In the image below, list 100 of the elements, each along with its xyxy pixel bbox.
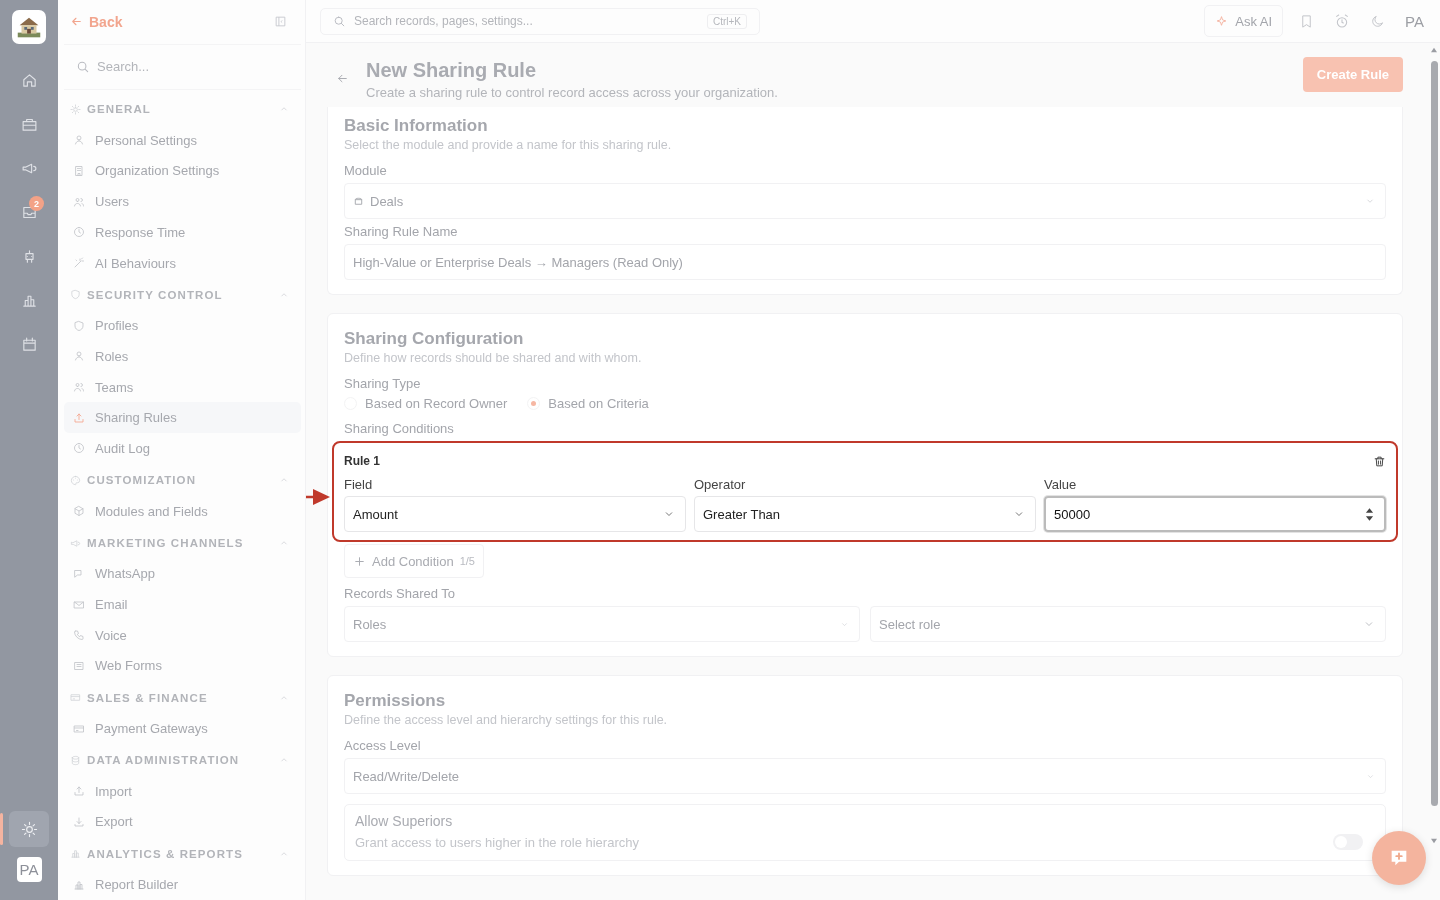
field-label: Sharing Conditions [344, 421, 455, 436]
calendar-icon [20, 335, 38, 353]
group-heading: MARKETING CHANNELS [87, 537, 245, 549]
field-label: Value [1044, 477, 1078, 492]
back-arrow-icon[interactable] [336, 72, 349, 85]
user-avatar[interactable]: PA [16, 857, 42, 882]
ask-ai-button[interactable]: Ask AI [1204, 5, 1284, 37]
rail-button[interactable]: 2 [9, 194, 49, 230]
field-label: Sharing Rule Name [344, 224, 459, 239]
scroll-up-icon[interactable] [1430, 47, 1438, 53]
bar-chart-icon [73, 878, 85, 891]
access-level-select[interactable]: Read/Write/Delete [344, 758, 1386, 794]
settings-icon [20, 820, 38, 838]
user-avatar[interactable]: PA [1405, 12, 1424, 30]
palette-icon [70, 474, 81, 486]
scroll-down-icon[interactable] [1430, 838, 1438, 844]
sidebar-item[interactable]: Modules and Fields [64, 495, 301, 527]
rule-name-field[interactable]: High-Value or Enterprise Deals → Managers (Read Only) [344, 244, 1386, 280]
sidebar-item[interactable]: Import [64, 775, 301, 807]
card-icon [73, 722, 85, 735]
shield-icon [70, 289, 81, 301]
sidebar-item[interactable]: Users [64, 186, 301, 217]
setting-title: Allow Superiors [355, 813, 454, 829]
download-icon [73, 815, 85, 828]
upload-icon [73, 785, 85, 798]
radio-label: Based on Criteria [548, 396, 649, 411]
page-title: New Sharing Rule [366, 58, 538, 83]
people-icon [73, 195, 85, 208]
card-icon [70, 692, 81, 704]
settings-icon [70, 103, 81, 115]
group-heading: CUSTOMIZATION [87, 474, 198, 487]
alarm-clock-icon[interactable] [1334, 13, 1351, 29]
sidebar-item[interactable]: Personal Settings [64, 124, 301, 156]
moon-icon[interactable] [1370, 13, 1386, 29]
field-label: Module [344, 163, 388, 178]
sidebar-item[interactable]: Web Forms [64, 650, 301, 682]
spinner-arrows-icon[interactable] [1365, 506, 1374, 522]
upload-icon [73, 411, 85, 424]
field-label: Records Shared To [344, 586, 457, 601]
chat-icon [73, 567, 85, 580]
field-label: Access Level [344, 738, 422, 753]
sidebar-item[interactable]: Response Time [64, 217, 301, 248]
value-number-field[interactable]: 50000 [1044, 496, 1386, 532]
building-icon [73, 164, 85, 177]
collapse-sidebar-icon[interactable] [274, 15, 287, 29]
group-heading: ANALYTICS & REPORTS [87, 847, 244, 860]
sidebar-item[interactable]: Email [64, 589, 301, 620]
create-rule-button[interactable]: Create Rule [1302, 57, 1403, 92]
back-link[interactable]: Back [70, 14, 123, 30]
form-icon [73, 659, 85, 672]
sidebar-item[interactable]: Profiles [64, 310, 301, 342]
sidebar-item[interactable]: Report Builder [64, 869, 301, 900]
group-heading: DATA ADMINISTRATION [87, 754, 241, 767]
group-heading: SALES & FINANCE [87, 691, 209, 704]
phone-icon [73, 629, 85, 642]
global-search-field[interactable]: Search records, pages, settings... Ctrl+K [320, 7, 760, 35]
sidebar-item[interactable]: Sharing Rules [64, 402, 301, 434]
wand-icon [73, 257, 85, 270]
clock-icon [73, 226, 85, 239]
sidebar-item[interactable]: Roles [64, 341, 301, 372]
clock-icon [73, 442, 85, 455]
sidebar-item[interactable]: Teams [64, 371, 301, 403]
section-title: Basic Information [344, 115, 489, 137]
people-icon [73, 381, 85, 394]
envelope-icon [73, 598, 85, 611]
sidebar-item[interactable]: Export [64, 806, 301, 838]
sidebar-item[interactable]: Voice [64, 619, 301, 651]
group-heading: SECURITY CONTROL [87, 288, 224, 301]
megaphone-icon [70, 537, 81, 549]
radio-option[interactable]: Based on Criteria [527, 396, 649, 411]
section-title: Sharing Configuration [344, 328, 525, 350]
chat-assistant-button[interactable] [1372, 831, 1426, 885]
setting-description: Grant access to users higher in the role hierarchy [355, 835, 640, 850]
module-select[interactable]: Deals [344, 183, 1386, 219]
section-title: Permissions [344, 690, 447, 712]
share-type-select[interactable]: Roles [344, 606, 860, 642]
sidebar-search-field[interactable]: Search... [64, 43, 301, 90]
database-icon [353, 195, 364, 207]
logo-icon [12, 10, 46, 44]
search-icon [76, 59, 90, 74]
trash-icon[interactable] [1373, 454, 1386, 468]
condition-select[interactable]: Amount [344, 496, 686, 532]
role-select[interactable]: Select role [870, 606, 1386, 642]
page-subtitle: Create a sharing rule to control record access across your organization. [366, 85, 779, 100]
shield-icon [73, 319, 85, 332]
sparkle-icon [1215, 14, 1229, 28]
field-label: Operator [694, 477, 747, 492]
field-label: Sharing Type [344, 376, 422, 391]
sidebar-item[interactable]: WhatsApp [64, 558, 301, 590]
section-subtitle: Define the access level and hierarchy settings for this rule. [344, 713, 669, 727]
sidebar-item[interactable]: Payment Gateways [64, 713, 301, 744]
condition-select[interactable]: Greater Than [694, 496, 1036, 532]
add-condition-button[interactable]: Add Condition 1/5 [344, 544, 484, 578]
sidebar-item[interactable]: AI Behaviours [64, 247, 301, 279]
sidebar-item[interactable]: Audit Log [64, 433, 301, 464]
plus-icon [353, 554, 366, 568]
group-heading: GENERAL [87, 103, 152, 116]
sidebar-item[interactable]: Organization Settings [64, 155, 301, 187]
section-subtitle: Select the module and provide a name for this sharing rule. [344, 138, 673, 152]
database-icon [70, 754, 81, 766]
